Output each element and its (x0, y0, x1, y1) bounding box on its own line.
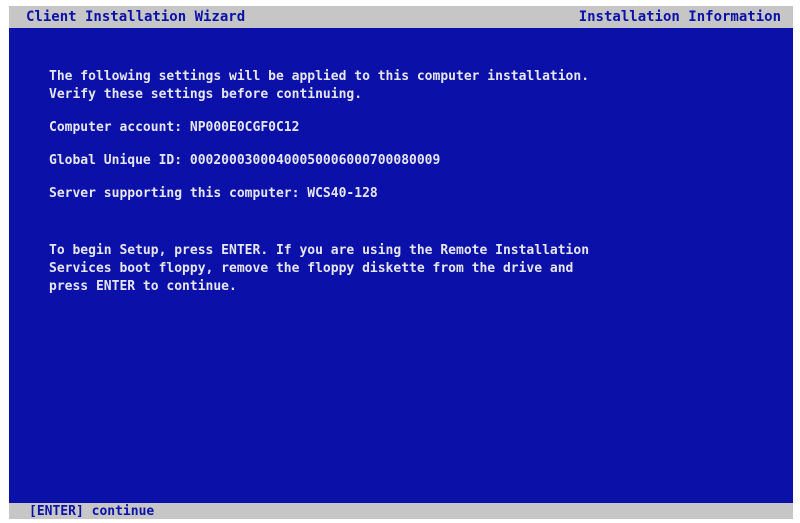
intro-paragraph: The following settings will be applied t… (49, 68, 769, 104)
instructions-paragraph: To begin Setup, press ENTER. If you are … (49, 242, 769, 296)
computer-account: Computer account: NP000E0CGF0C12 (49, 119, 769, 137)
setup-screen: Client Installation Wizard Installation … (9, 6, 793, 519)
global-unique-id: Global Unique ID: 0002000300040005000600… (49, 152, 769, 170)
wizard-title: Client Installation Wizard (26, 9, 246, 25)
intro-line-2: Verify these settings before continuing. (49, 87, 363, 102)
instructions-line-1: To begin Setup, press ENTER. If you are … (49, 243, 590, 258)
server-text: Server supporting this computer: WCS40-1… (49, 186, 378, 201)
status-bar: [ENTER] continue (9, 503, 793, 519)
computer-account-text: Computer account: NP000E0CGF0C12 (49, 120, 300, 135)
enter-continue-hint[interactable]: [ENTER] continue (29, 502, 154, 519)
main-content: The following settings will be applied t… (49, 68, 769, 311)
instructions-line-3: press ENTER to continue. (49, 279, 237, 294)
instructions-line-2: Services boot floppy, remove the floppy … (49, 261, 574, 276)
guid-text: Global Unique ID: 0002000300040005000600… (49, 153, 441, 168)
title-bar: Client Installation Wizard Installation … (9, 6, 793, 28)
intro-line-1: The following settings will be applied t… (49, 69, 590, 84)
server-info: Server supporting this computer: WCS40-1… (49, 185, 769, 203)
section-title: Installation Information (578, 9, 781, 25)
